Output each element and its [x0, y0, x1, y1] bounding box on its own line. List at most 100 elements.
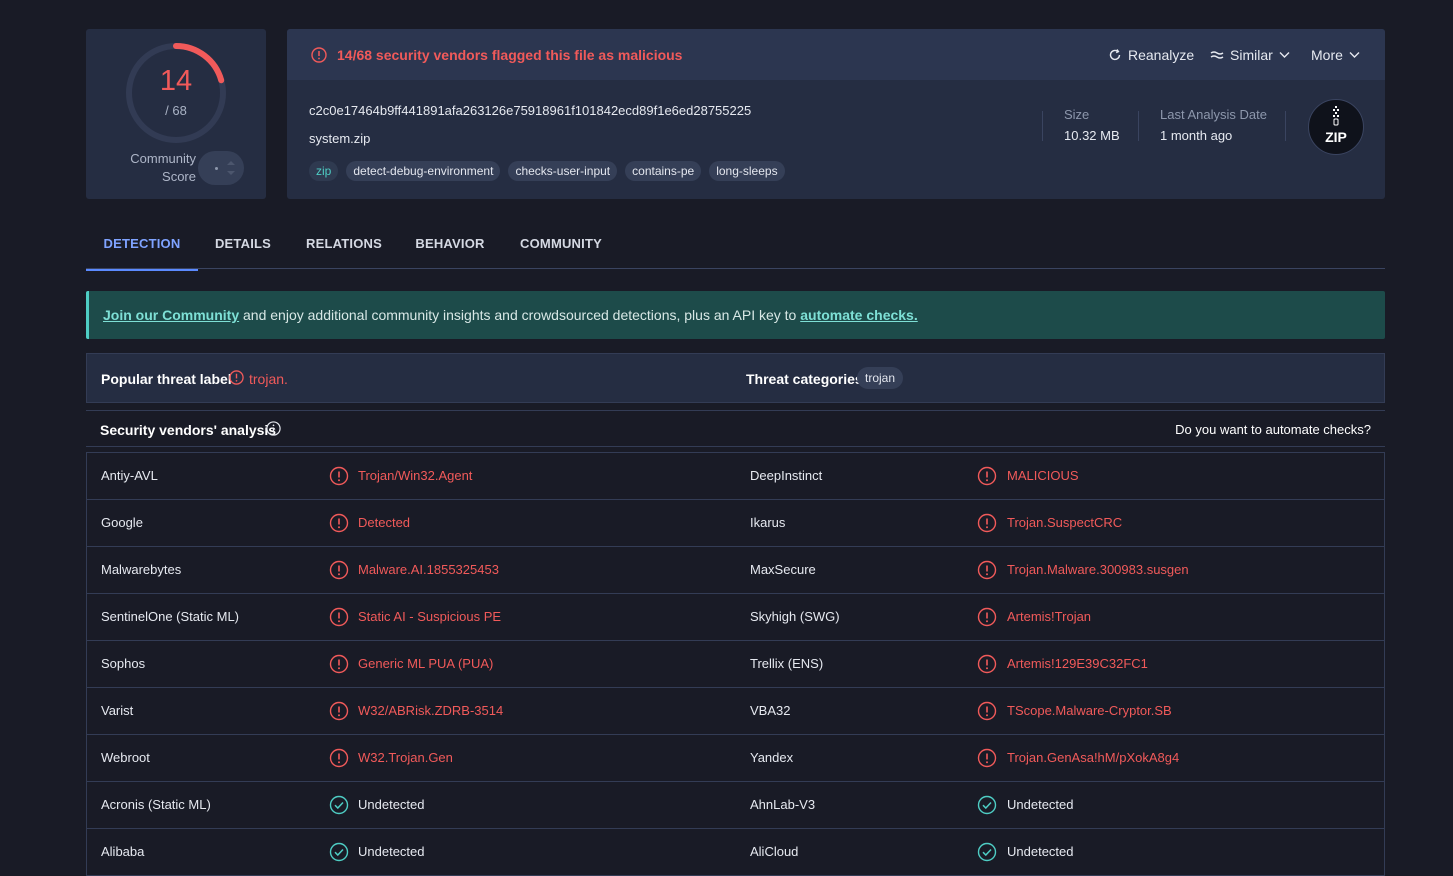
vendor-result: Undetected: [1007, 844, 1074, 859]
alert-circle-icon: [977, 607, 997, 632]
alert-circle-icon: [329, 701, 349, 726]
file-tags: zip detect-debug-environment checks-user…: [309, 161, 785, 181]
tab-behavior[interactable]: BEHAVIOR: [402, 222, 498, 269]
more-button[interactable]: More: [1311, 47, 1360, 63]
vote-score-dot: [215, 167, 218, 170]
alert-circle-icon: [329, 466, 349, 491]
similar-label: Similar: [1230, 47, 1273, 63]
vendor-name: Acronis (Static ML): [101, 797, 211, 812]
file-summary-card: 14/68 security vendors flagged this file…: [287, 29, 1385, 199]
automate-checks-link[interactable]: Do you want to automate checks?: [1175, 422, 1371, 437]
check-circle-icon: [977, 842, 997, 867]
size-label: Size: [1064, 107, 1090, 122]
vendor-name: AliCloud: [750, 844, 799, 859]
vendor-row: Sophos Generic ML PUA (PUA) Trellix (ENS) A…: [87, 641, 1384, 688]
tab-relations[interactable]: RELATIONS: [294, 222, 394, 269]
similar-icon: [1210, 51, 1224, 59]
file-name: system.zip: [309, 131, 371, 146]
last-analysis-value: 1 month ago: [1160, 128, 1233, 143]
tag[interactable]: long-sleeps: [709, 161, 785, 181]
alert-circle-icon: [329, 607, 349, 632]
check-circle-icon: [977, 795, 997, 820]
vendor-result[interactable]: Trojan/Win32.Agent: [358, 468, 472, 483]
reanalyze-button[interactable]: Reanalyze: [1108, 47, 1194, 63]
alert-circle-icon: [977, 748, 997, 773]
vendor-name: Alibaba: [101, 844, 145, 859]
vendor-result[interactable]: W32.Trojan.Gen: [358, 750, 453, 765]
vendor-result: Undetected: [1007, 797, 1074, 812]
file-hash[interactable]: c2c0e17464b9ff441891afa263126e75918961f1…: [309, 103, 751, 118]
vendor-result[interactable]: Trojan.SuspectCRC: [1007, 515, 1122, 530]
vendor-result[interactable]: MALICIOUS: [1007, 468, 1079, 483]
vendor-name: Ikarus: [750, 515, 786, 530]
vendor-result[interactable]: Static AI - Suspicious PE: [358, 609, 501, 624]
vendor-result[interactable]: Detected: [358, 515, 410, 530]
tab-details[interactable]: DETAILS: [200, 222, 286, 269]
tag[interactable]: contains-pe: [625, 161, 702, 181]
threat-summary: Popular threat label trojan. Threat cate…: [86, 353, 1385, 403]
tag[interactable]: zip: [309, 161, 339, 181]
vendor-name: DeepInstinct: [750, 468, 823, 483]
vendor-name: Varist: [101, 703, 134, 718]
vendor-name: AhnLab-V3: [750, 797, 816, 812]
vendor-result[interactable]: Artemis!129E39C32FC1: [1007, 656, 1148, 671]
community-score-label: Community Score: [130, 151, 196, 184]
info-icon[interactable]: [266, 421, 281, 436]
divider: [1042, 111, 1043, 141]
vendor-name: VBA32: [750, 703, 791, 718]
vendor-result: Undetected: [358, 844, 425, 859]
vendor-row: Google Detected Ikarus Trojan.SuspectCRC: [87, 500, 1384, 547]
vendor-result: Undetected: [358, 797, 425, 812]
check-circle-icon: [329, 842, 349, 867]
threat-categories-label: Threat categories: [746, 371, 863, 387]
vendor-name: Webroot: [101, 750, 150, 765]
downvote-icon[interactable]: [227, 171, 235, 175]
tag[interactable]: checks-user-input: [508, 161, 618, 181]
community-banner: Join our Community and enjoy additional …: [86, 291, 1385, 339]
tab-community[interactable]: COMMUNITY: [508, 222, 614, 269]
tag[interactable]: detect-debug-environment: [346, 161, 501, 181]
refresh-icon: [1109, 49, 1121, 61]
banner-message: and enjoy additional community insights …: [239, 307, 801, 323]
vendor-result[interactable]: W32/ABRisk.ZDRB-3514: [358, 703, 503, 718]
vendor-result[interactable]: Generic ML PUA (PUA): [358, 656, 493, 671]
vendor-row: Acronis (Static ML) Undetected AhnLab-V3 Un…: [87, 782, 1384, 829]
vendor-row: Webroot W32.Trojan.Gen Yandex Trojan.GenAsa…: [87, 735, 1384, 782]
vendor-result[interactable]: Trojan.GenAsa!hM/pXokA8g4: [1007, 750, 1179, 765]
vendor-result[interactable]: TScope.Malware-Cryptor.SB: [1007, 703, 1172, 718]
popular-threat-value[interactable]: trojan.: [249, 371, 288, 387]
upvote-icon[interactable]: [227, 161, 235, 165]
chevron-down-icon: [1279, 52, 1290, 58]
similar-button[interactable]: Similar: [1210, 47, 1290, 63]
vendor-result[interactable]: Trojan.Malware.300983.susgen: [1007, 562, 1189, 577]
file-type-label: ZIP: [1325, 129, 1347, 145]
threat-category-tag[interactable]: trojan: [857, 367, 904, 389]
vendor-name: Google: [101, 515, 143, 530]
vendor-row: Malwarebytes Malware.AI.1855325453 MaxSecu…: [87, 547, 1384, 594]
vendor-row: Alibaba Undetected AliCloud Undetected: [87, 829, 1384, 876]
reanalyze-label: Reanalyze: [1128, 47, 1195, 63]
tab-detection[interactable]: DETECTION: [86, 222, 198, 271]
alert-circle-icon: [329, 748, 349, 773]
vendor-name: Trellix (ENS): [750, 656, 824, 671]
join-community-link[interactable]: Join our Community: [103, 307, 239, 323]
community-score-card: 14 / 68 Community Score: [86, 29, 266, 199]
chevron-down-icon: [1349, 52, 1360, 58]
vendor-name: MaxSecure: [750, 562, 816, 577]
banner-text: Join our Community and enjoy additional …: [103, 307, 918, 323]
more-label: More: [1311, 47, 1343, 63]
alert-circle-icon: [977, 560, 997, 585]
divider: [1138, 111, 1139, 141]
vendor-row: Varist W32/ABRisk.ZDRB-3514 VBA32 TScope.Ma…: [87, 688, 1384, 735]
automate-checks-link[interactable]: automate checks.: [800, 307, 918, 323]
vendor-name: SentinelOne (Static ML): [101, 609, 240, 624]
vendor-name: Sophos: [101, 656, 146, 671]
alert-bar: 14/68 security vendors flagged this file…: [287, 29, 1385, 80]
alert-circle-icon: [311, 47, 327, 63]
vendor-result[interactable]: Artemis!Trojan: [1007, 609, 1091, 624]
divider: [1285, 111, 1286, 141]
last-analysis-label: Last Analysis Date: [1160, 107, 1267, 122]
community-vote-widget[interactable]: [198, 151, 244, 185]
popular-threat-label: Popular threat label: [101, 371, 232, 387]
vendor-result[interactable]: Malware.AI.1855325453: [358, 562, 499, 577]
